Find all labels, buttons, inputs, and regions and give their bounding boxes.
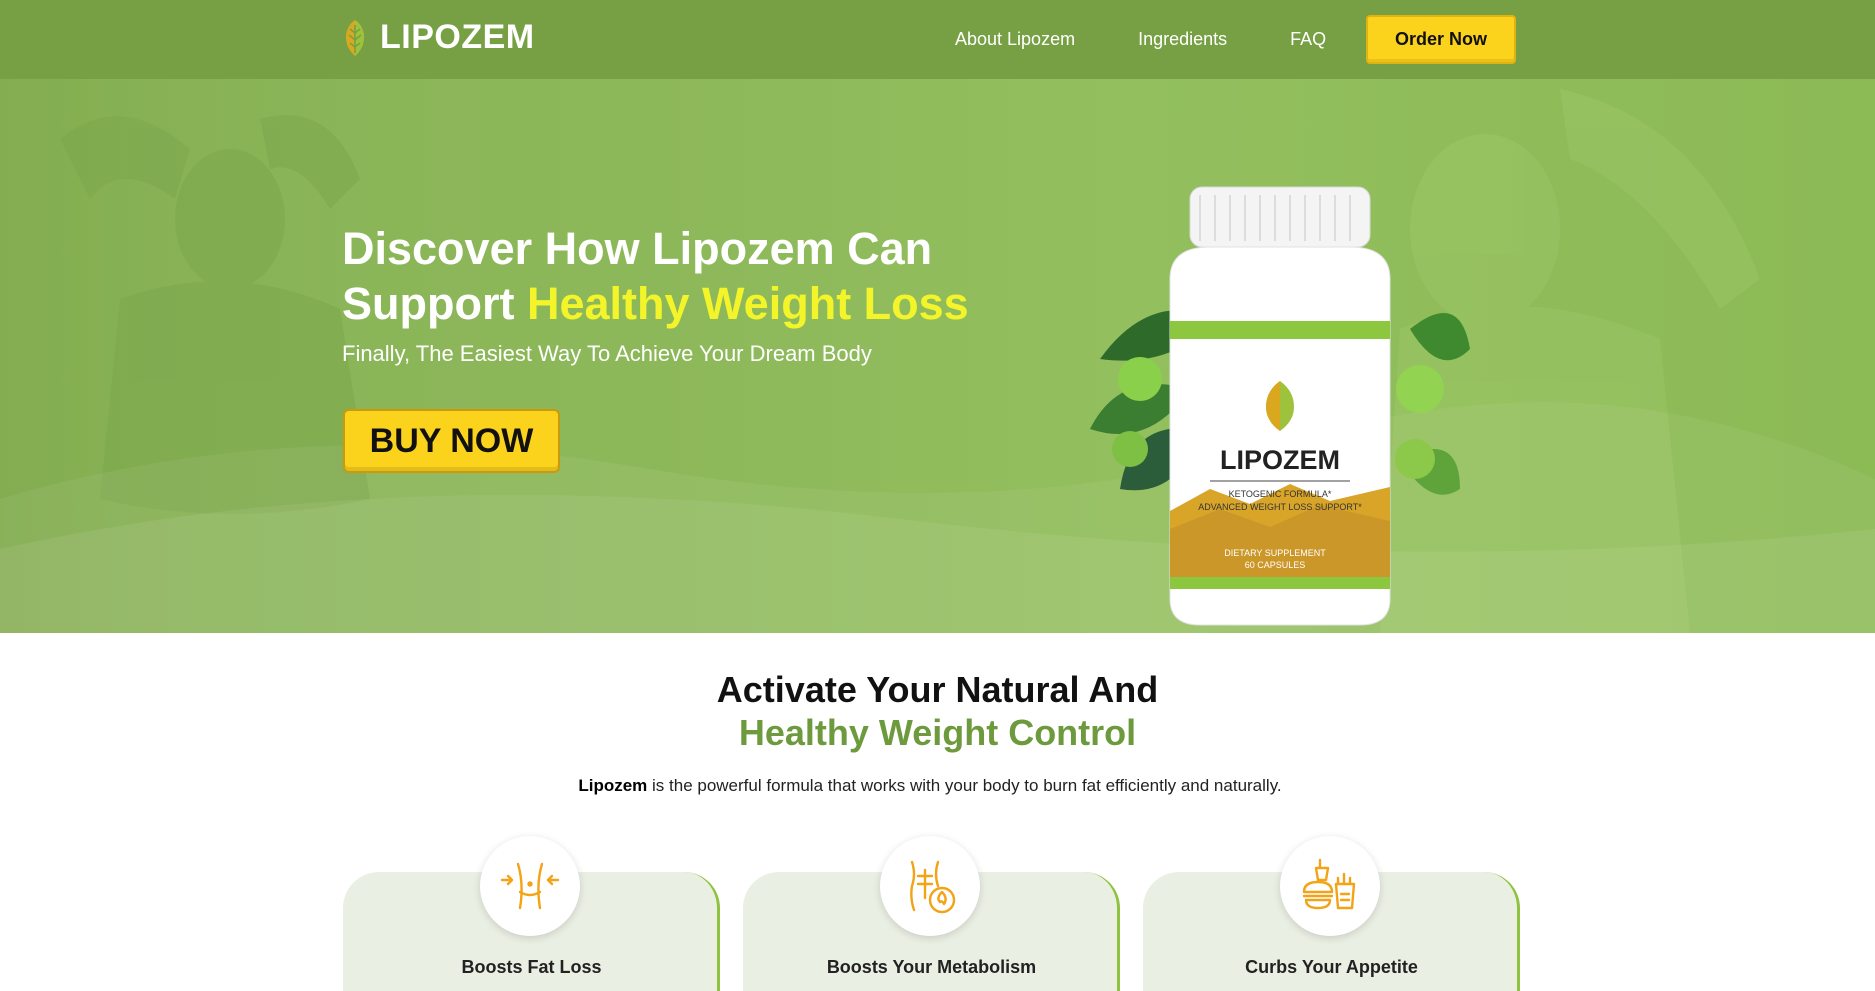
nav-about-lipozem[interactable]: About Lipozem [955,29,1075,50]
nav-faq[interactable]: FAQ [1290,29,1326,50]
hero-title: Discover How Lipozem Can Support Healthy… [342,221,1062,331]
hero-background-image [0,79,1875,633]
metabolism-icon [880,836,980,936]
bottle-line2: ADVANCED WEIGHT LOSS SUPPORT* [1198,502,1362,512]
buy-now-button[interactable]: BUY NOW [343,409,560,473]
hero-title-highlight: Healthy Weight Loss [526,278,969,329]
hero-title-line1: Discover How Lipozem Can [342,223,933,274]
intro-title-line2: Healthy Weight Control [738,712,1137,753]
nav-ingredients[interactable]: Ingredients [1138,29,1227,50]
hero-section: Discover How Lipozem Can Support Healthy… [0,79,1875,633]
intro-description: Lipozem is the powerful formula that wor… [0,776,1860,796]
feature-title-fat-loss: Boosts Fat Loss [461,957,602,977]
product-bottle-image: LIPOZEM KETOGENIC FORMULA* ADVANCED WEIG… [1090,186,1470,626]
leaf-logo-icon [346,19,364,56]
hero-subtitle: Finally, The Easiest Way To Achieve Your… [342,341,872,366]
main-nav: About Lipozem Ingredients FAQ [955,0,1326,79]
bottle-brand: LIPOZEM [1220,445,1340,475]
logo[interactable]: LIPOZEM [342,18,535,57]
intro-desc-rest: is the powerful formula that works with … [647,776,1282,795]
order-now-button[interactable]: Order Now [1366,15,1516,64]
feature-title-metabolism: Boosts Your Metabolism [826,957,1037,977]
intro-desc-bold: Lipozem [578,776,648,795]
intro-title-line1: Activate Your Natural And [716,669,1159,710]
feature-title-appetite: Curbs Your Appetite [1245,957,1418,977]
site-header: LIPOZEM About Lipozem Ingredients FAQ Or… [0,0,1875,79]
fast-food-icon [1280,836,1380,936]
waist-icon [480,836,580,936]
bottle-line4: 60 CAPSULES [1245,560,1306,570]
logo-text: LIPOZEM [380,18,535,56]
bottle-line3: DIETARY SUPPLEMENT [1224,548,1326,558]
bottle-line1: KETOGENIC FORMULA* [1229,489,1332,499]
hero-title-prefix: Support [342,278,527,329]
